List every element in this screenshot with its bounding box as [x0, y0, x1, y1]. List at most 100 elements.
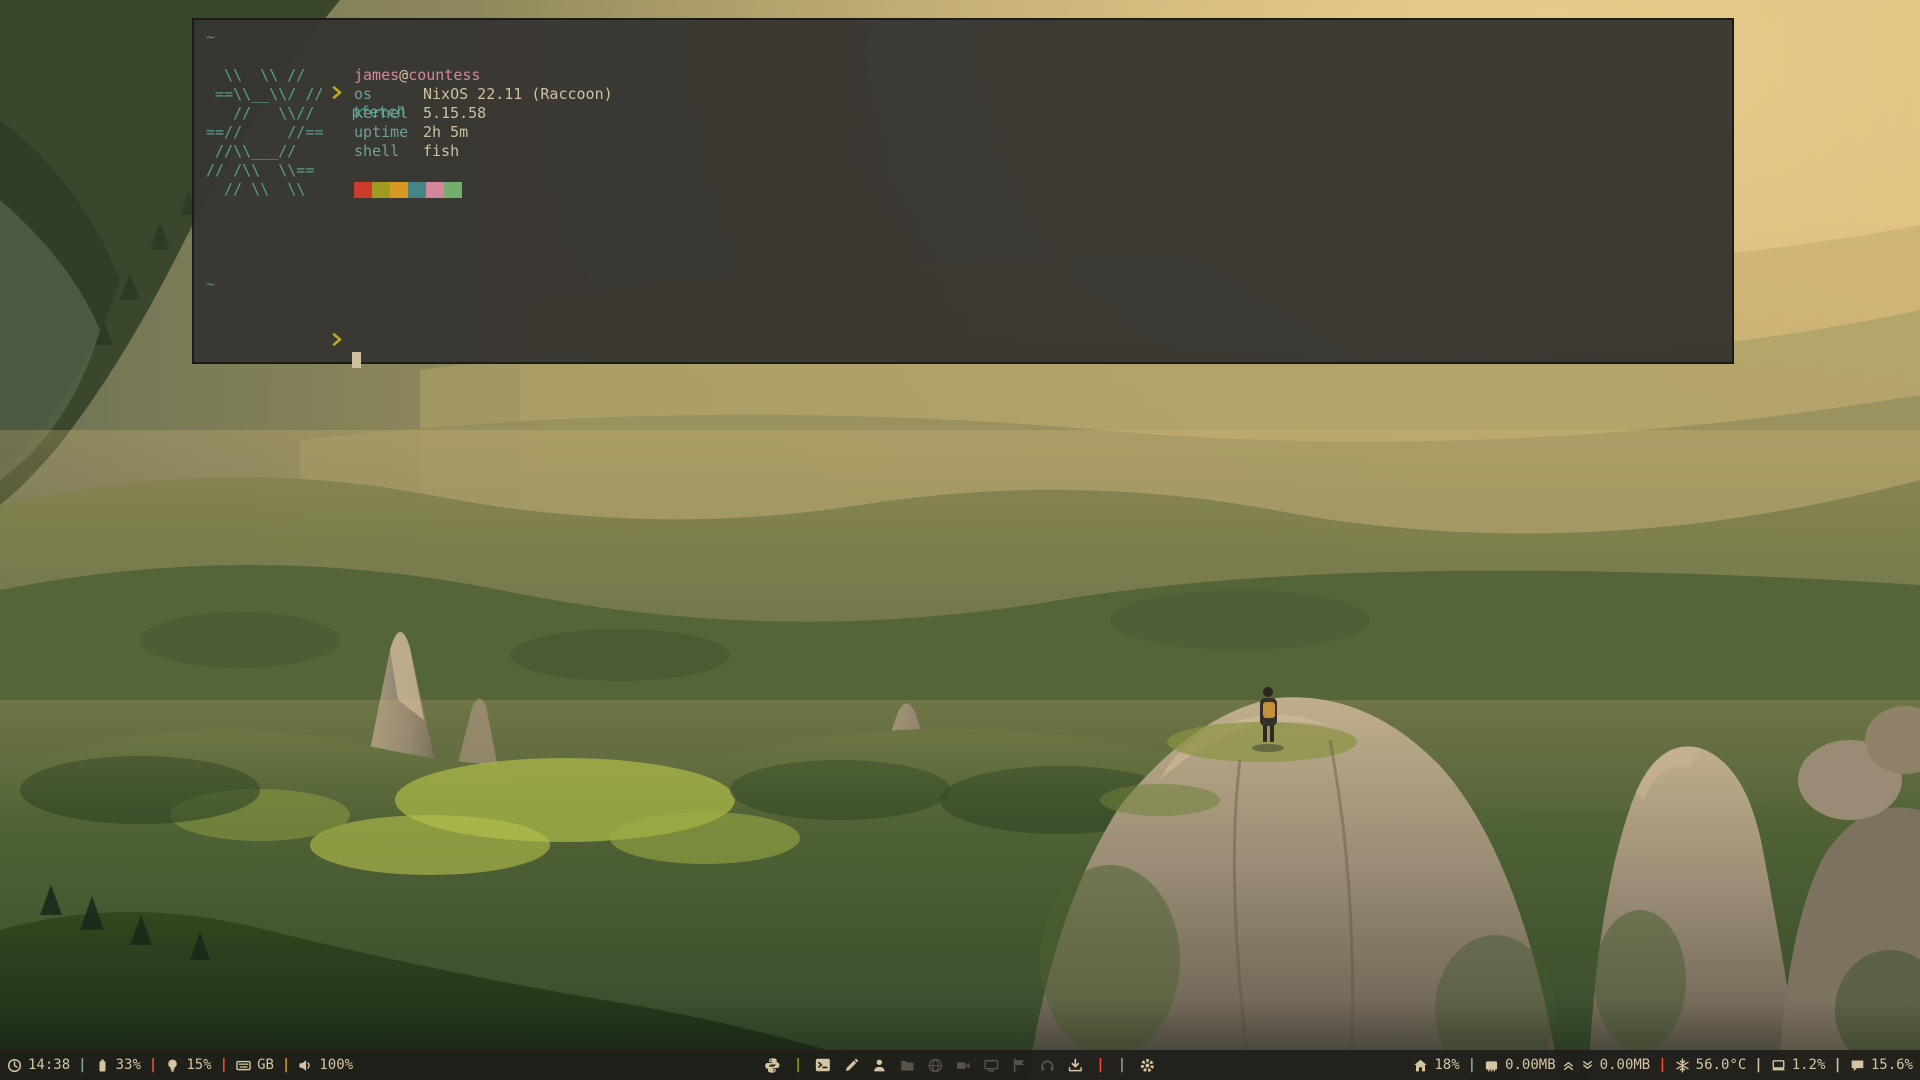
- bar-separator: |: [78, 1057, 86, 1073]
- keyboard-icon: [236, 1058, 251, 1073]
- fetch-label: uptime: [354, 123, 423, 142]
- battery-indicator-value: 33%: [116, 1057, 141, 1073]
- download-arrows-icon: [1581, 1059, 1594, 1072]
- bar-separator: |: [1096, 1057, 1104, 1073]
- temperature-indicator[interactable]: 56.0°C: [1675, 1057, 1747, 1073]
- fetch-value: 2h 5m: [423, 123, 468, 141]
- bar-separator: |: [1468, 1057, 1476, 1073]
- fetch-host: countess: [408, 66, 480, 84]
- gear-icon: [1139, 1057, 1156, 1074]
- fetch-value: 5.15.58: [423, 104, 486, 122]
- status-bar-right: 18% | 0.00MB 0.00MB | 56.0°C | 1.2% | 15.6%: [1413, 1050, 1913, 1080]
- palette-swatch: [390, 182, 408, 198]
- nixos-ascii-logo: \\ \\ // ==\\__\\/ // // \\// ==// //== …: [206, 66, 354, 199]
- memory-indicator-value: 15.6%: [1871, 1057, 1913, 1073]
- speaker-icon: [298, 1058, 313, 1073]
- launcher-editor[interactable]: [844, 1058, 859, 1073]
- clock-indicator-value: 14:38: [28, 1057, 70, 1073]
- bar-separator: |: [1833, 1057, 1841, 1073]
- fetch-user-host: james@countess: [354, 66, 613, 85]
- battery-indicator[interactable]: 33%: [95, 1057, 141, 1073]
- clock-indicator[interactable]: 14:38: [7, 1057, 70, 1073]
- upload-arrows-icon: [1562, 1059, 1575, 1072]
- lightbulb-icon: [165, 1058, 180, 1073]
- folder-icon: [900, 1058, 915, 1073]
- launcher-camera[interactable]: [956, 1058, 971, 1073]
- status-bar-left: 14:38 | 33% | 15% | GB | 100%: [7, 1050, 353, 1080]
- launcher-python[interactable]: [764, 1057, 781, 1074]
- cwd-line: ~: [206, 275, 1732, 294]
- palette-swatch: [444, 182, 462, 198]
- fetch-row-os: osNixOS 22.11 (Raccoon): [354, 85, 613, 104]
- fetch-label: os: [354, 85, 423, 104]
- screen-icon: [984, 1058, 999, 1073]
- brightness-indicator[interactable]: 15%: [165, 1057, 211, 1073]
- bar-separator: |: [1754, 1057, 1762, 1073]
- cwd-line: ~: [206, 28, 1732, 47]
- bar-separator: |: [794, 1057, 802, 1073]
- brightness-indicator-value: 15%: [186, 1057, 211, 1073]
- home-icon: [1413, 1058, 1428, 1073]
- home-usage-indicator[interactable]: 18%: [1413, 1057, 1459, 1073]
- download-icon: [1068, 1058, 1083, 1073]
- bar-separator: |: [220, 1057, 228, 1073]
- flag-icon: [1012, 1058, 1027, 1073]
- terminal-window[interactable]: ~ pfetch \\ \\ // ==\\__\\/ // // \\// =…: [192, 18, 1734, 364]
- network-indicator[interactable]: 0.00MB 0.00MB: [1484, 1057, 1650, 1073]
- person-icon: [872, 1058, 887, 1073]
- memory-indicator[interactable]: 15.6%: [1850, 1057, 1913, 1073]
- camera-icon: [956, 1058, 971, 1073]
- desktop: ~ pfetch \\ \\ // ==\\__\\/ // // \\// =…: [0, 0, 1920, 1080]
- chat-bubble-icon: [1850, 1058, 1865, 1073]
- prompt-chevron-icon: [260, 313, 343, 370]
- battery-icon: [95, 1058, 110, 1073]
- palette-swatch: [354, 182, 372, 198]
- prompt-line-current[interactable]: [206, 294, 1732, 313]
- fetch-row-uptime: uptime2h 5m: [354, 123, 613, 142]
- fetch-row-shell: shellfish: [354, 142, 613, 161]
- keyboard-layout-indicator-value: GB: [257, 1057, 274, 1073]
- cpu-indicator[interactable]: 1.2%: [1771, 1057, 1826, 1073]
- clock-icon: [7, 1058, 22, 1073]
- bar-separator: |: [282, 1057, 290, 1073]
- status-bar-center: | | |: [764, 1050, 1156, 1080]
- headphones-icon: [1040, 1058, 1055, 1073]
- status-bar: 14:38|33%|15%|GB|100% ||| 18%|0.00MB0.00…: [0, 1050, 1920, 1080]
- keyboard-layout-indicator[interactable]: GB: [236, 1057, 274, 1073]
- globe-icon: [928, 1058, 943, 1073]
- palette-swatch: [426, 182, 444, 198]
- temperature-indicator-value: 56.0°C: [1696, 1057, 1747, 1073]
- terminal-icon: [815, 1057, 831, 1073]
- network-icon: [1484, 1058, 1499, 1073]
- python-icon: [764, 1057, 781, 1074]
- pencil-icon: [844, 1058, 859, 1073]
- launcher-web[interactable]: [928, 1058, 943, 1073]
- launcher-settings[interactable]: [1139, 1057, 1156, 1074]
- network-indicator-value: 0.00MB: [1505, 1057, 1556, 1073]
- launcher-screen[interactable]: [984, 1058, 999, 1073]
- bar-separator: |: [1658, 1057, 1666, 1073]
- fetch-value: NixOS 22.11 (Raccoon): [423, 85, 613, 103]
- network-indicator-value2: 0.00MB: [1600, 1057, 1651, 1073]
- fetch-user: james: [354, 66, 399, 84]
- prompt-line: pfetch: [206, 47, 1732, 66]
- fetch-label: kernel: [354, 104, 423, 123]
- volume-indicator[interactable]: 100%: [298, 1057, 353, 1073]
- launcher-downloads[interactable]: [1068, 1058, 1083, 1073]
- palette-swatch: [372, 182, 390, 198]
- bar-separator: |: [149, 1057, 157, 1073]
- snowflake-icon: [1675, 1058, 1690, 1073]
- launcher-music[interactable]: [1040, 1058, 1055, 1073]
- home-usage-indicator-value: 18%: [1434, 1057, 1459, 1073]
- launcher-files[interactable]: [900, 1058, 915, 1073]
- laptop-icon: [1771, 1058, 1786, 1073]
- launcher-user[interactable]: [872, 1058, 887, 1073]
- bar-separator: |: [1118, 1057, 1126, 1073]
- color-palette: [354, 180, 613, 199]
- palette-swatch: [408, 182, 426, 198]
- launcher-chat[interactable]: [1012, 1058, 1027, 1073]
- fetch-row-kernel: kernel5.15.58: [354, 104, 613, 123]
- cpu-indicator-value: 1.2%: [1792, 1057, 1826, 1073]
- volume-indicator-value: 100%: [319, 1057, 353, 1073]
- launcher-terminal[interactable]: [815, 1057, 831, 1073]
